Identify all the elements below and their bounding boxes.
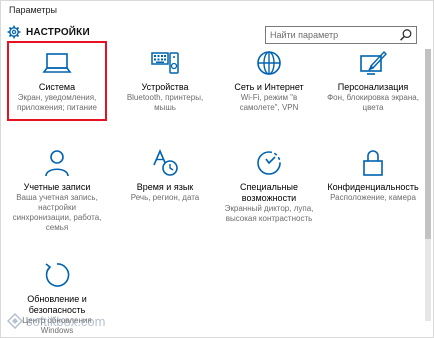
gear-icon — [7, 25, 21, 39]
accessibility-icon — [253, 147, 285, 179]
tile-system[interactable]: Система Экран, уведомления, приложения; … — [7, 41, 107, 121]
search-icon[interactable] — [399, 28, 413, 42]
watermark-text: softikbox.com — [26, 313, 106, 329]
scrollbar-thumb[interactable] — [425, 49, 431, 239]
tile-description: Wi-Fi, режим "в самолете", VPN — [239, 93, 299, 112]
tile-accounts[interactable]: Учетные записи Ваша учетная запись, наст… — [9, 147, 105, 237]
watermark: softikbox.com — [7, 313, 105, 329]
title-bar: Параметры — [1, 1, 433, 19]
tile-name: Специальные возможности — [240, 182, 298, 203]
tile-privacy[interactable]: Конфиденциальность Расположение, камера — [325, 147, 421, 237]
settings-window: Параметры НАСТРОЙКИ Найти параметр Систе… — [0, 0, 434, 338]
watermark-logo-icon — [7, 313, 23, 329]
page-header: НАСТРОЙКИ — [7, 23, 90, 41]
tile-name: Время и язык — [136, 182, 194, 192]
tile-time-language[interactable]: Время и язык Речь, регион, дата — [117, 147, 213, 237]
time-language-icon — [149, 147, 181, 179]
tile-description: Речь, регион, дата — [130, 193, 200, 202]
scrollbar[interactable] — [425, 49, 431, 321]
tile-devices[interactable]: Устройства Bluetooth, принтеры, мышь — [117, 43, 213, 119]
update-icon — [41, 259, 73, 291]
lock-icon — [357, 147, 389, 179]
tile-name: Учетные записи — [23, 182, 91, 192]
tile-name: Конфиденциальность — [327, 182, 419, 192]
tile-network[interactable]: Сеть и Интернет Wi-Fi, режим "в самолете… — [221, 43, 317, 119]
tile-description: Ваша учетная запись, настройки синхрониз… — [12, 193, 102, 232]
page-title: НАСТРОЙКИ — [26, 26, 90, 38]
laptop-icon — [41, 47, 73, 79]
tile-name: Персонализация — [337, 82, 409, 92]
search-input[interactable] — [266, 28, 399, 42]
tile-accessibility[interactable]: Специальные возможности Экранный диктор,… — [221, 147, 317, 237]
devices-icon — [149, 47, 181, 79]
tile-name: Система — [38, 82, 76, 92]
search-box[interactable] — [265, 26, 417, 44]
tile-description: Экран, уведомления, приложения; питание — [17, 93, 97, 112]
window-title: Параметры — [9, 5, 57, 15]
tile-description: Фон, блокировка экрана, цвета — [327, 93, 419, 112]
tile-name: Сеть и Интернет — [234, 82, 304, 92]
user-icon — [41, 147, 73, 179]
tile-description: Экранный диктор, лупа, высокая контрастн… — [224, 204, 314, 223]
globe-icon — [253, 47, 285, 79]
tile-name: Устройства — [141, 82, 189, 92]
personalization-icon — [357, 47, 389, 79]
tile-description: Bluetooth, принтеры, мышь — [126, 93, 204, 112]
tile-description: Расположение, камера — [330, 193, 416, 202]
tile-personalization[interactable]: Персонализация Фон, блокировка экрана, ц… — [325, 43, 421, 119]
